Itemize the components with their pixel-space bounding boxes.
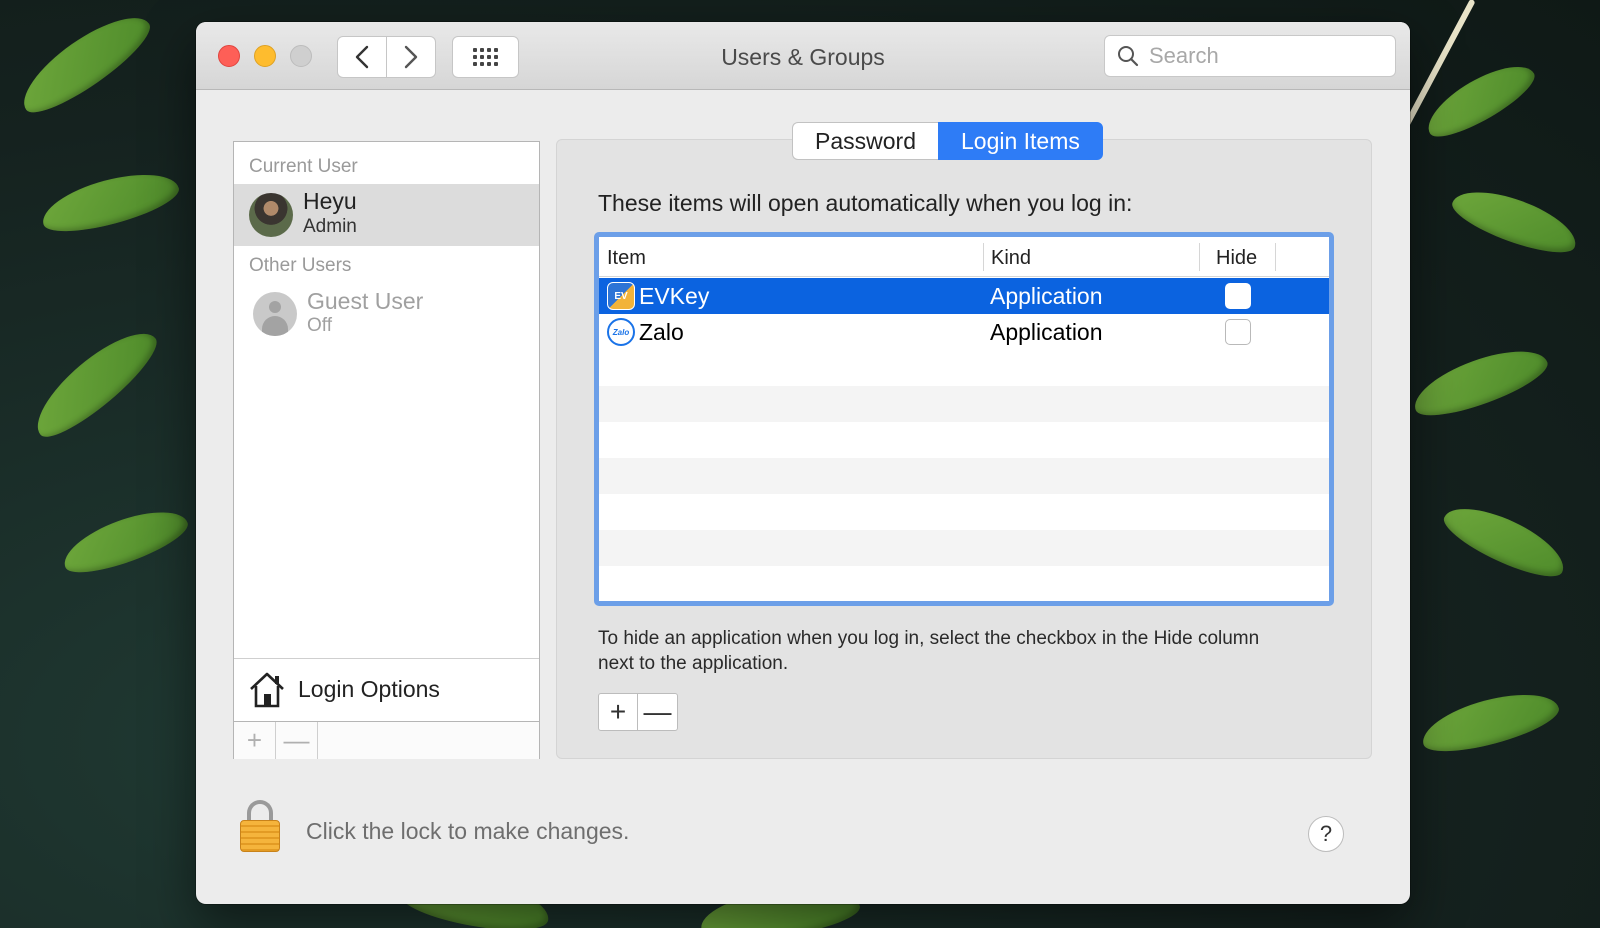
login-items-table[interactable]: Item Kind Hide EV EVKey Application Zalo…	[594, 232, 1334, 606]
login-options-button[interactable]: Login Options	[234, 658, 539, 720]
search-input[interactable]	[1149, 43, 1389, 69]
add-user-button[interactable]: +	[234, 722, 276, 759]
hide-checkbox[interactable]	[1225, 283, 1251, 309]
lock-status-text: Click the lock to make changes.	[306, 818, 630, 844]
item-kind: Application	[990, 283, 1103, 309]
item-name: Zalo	[639, 319, 684, 345]
fern-leaf	[1437, 494, 1573, 588]
search-field[interactable]	[1104, 35, 1396, 77]
hide-checkbox[interactable]	[1225, 319, 1251, 345]
fern-leaf	[10, 1, 160, 125]
search-icon	[1118, 46, 1139, 67]
fern-leaf	[36, 162, 184, 242]
evkey-app-icon: EV	[607, 282, 635, 310]
sidebar-item-current-user[interactable]: Heyu Admin	[234, 184, 539, 246]
system-preferences-window: Users & Groups Current User Heyu Admin O…	[196, 22, 1410, 904]
user-name: Heyu	[303, 188, 357, 214]
login-options-label: Login Options	[298, 676, 440, 702]
tab-bar: Password Login Items	[792, 122, 1103, 160]
guest-user-name: Guest User	[307, 288, 424, 314]
table-header: Item Kind Hide	[599, 237, 1329, 277]
title-bar: Users & Groups	[196, 22, 1410, 90]
tab-login-items[interactable]: Login Items	[937, 122, 1103, 160]
empty-row	[599, 530, 1329, 566]
avatar	[249, 193, 293, 237]
guest-user-status: Off	[307, 315, 332, 336]
login-items-toolbar: + —	[598, 693, 678, 731]
column-divider	[1275, 243, 1276, 271]
column-header-hide[interactable]: Hide	[1216, 247, 1257, 270]
guest-avatar-icon	[253, 292, 297, 336]
fern-leaf	[1406, 337, 1554, 427]
help-button[interactable]: ?	[1308, 816, 1344, 852]
empty-row	[599, 386, 1329, 422]
column-header-item[interactable]: Item	[607, 247, 646, 270]
table-row[interactable]: EV EVKey Application	[599, 278, 1329, 314]
hide-hint-text: To hide an application when you log in, …	[598, 628, 1260, 674]
current-user-header: Current User	[249, 156, 358, 177]
other-users-header: Other Users	[249, 255, 352, 276]
users-sidebar: Current User Heyu Admin Other Users Gues…	[233, 141, 540, 759]
item-kind: Application	[990, 319, 1103, 345]
column-divider	[983, 243, 984, 271]
login-items-intro: These items will open automatically when…	[598, 190, 1133, 216]
zalo-app-icon: Zalo	[607, 318, 635, 346]
tab-password[interactable]: Password	[792, 122, 938, 160]
empty-row	[599, 458, 1329, 494]
fern-leaf	[56, 499, 194, 583]
column-header-kind[interactable]: Kind	[991, 247, 1031, 270]
fern-leaf	[22, 317, 168, 449]
lock-icon[interactable]	[240, 800, 280, 852]
user-role: Admin	[303, 216, 357, 237]
house-icon	[250, 672, 284, 707]
column-divider	[1199, 243, 1200, 271]
fern-leaf	[1416, 682, 1564, 762]
item-name: EVKey	[639, 283, 710, 309]
remove-user-button[interactable]: —	[276, 722, 318, 759]
add-login-item-button[interactable]: +	[599, 694, 638, 730]
sidebar-toolbar: + —	[234, 721, 539, 759]
remove-login-item-button[interactable]: —	[638, 694, 677, 730]
fern-leaf	[1446, 179, 1584, 263]
table-row[interactable]: Zalo Zalo Application	[599, 314, 1329, 350]
